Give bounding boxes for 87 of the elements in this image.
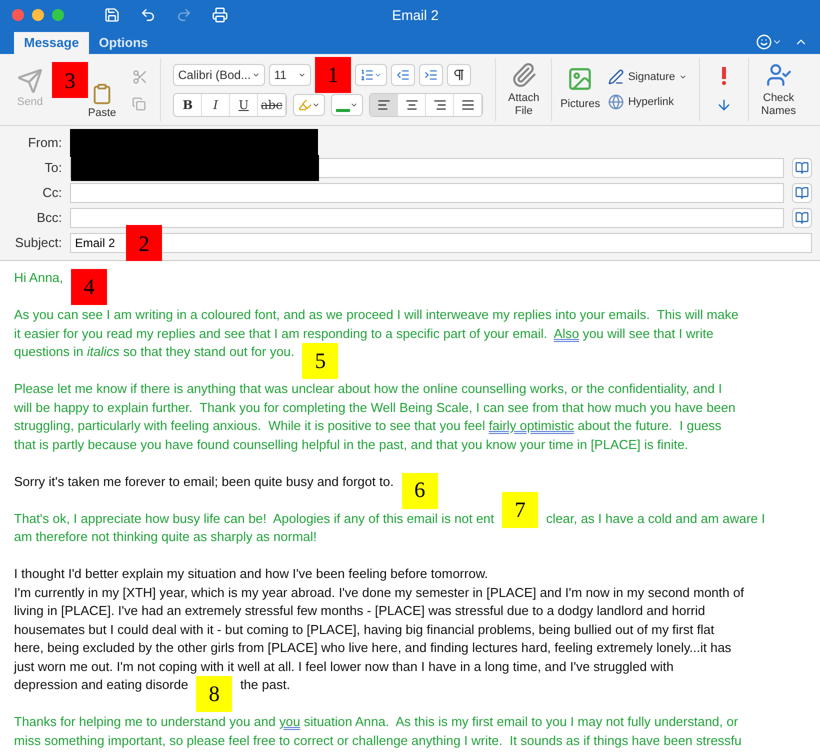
attach-file-button[interactable]: Attach File bbox=[495, 58, 552, 121]
message-text: As you can see I am writing in a coloured font, and as we proceed I will interweave my replies into your emails. This will make bbox=[14, 307, 738, 322]
message-text: here, being excluded by the other girls from [PLACE] who live here, and finding lectures hard, feeling extremely lonely...it has bbox=[14, 640, 732, 655]
message-text: you will see that I write bbox=[582, 326, 714, 340]
recipient-field[interactable] bbox=[70, 183, 784, 203]
header-label: Bcc: bbox=[36, 209, 62, 228]
message-text: it easier for you read my replies and see that I am responding to a specific part of your email. bbox=[14, 326, 548, 340]
clipboard-icon bbox=[91, 82, 114, 104]
decrease-indent-button[interactable] bbox=[391, 64, 416, 86]
check-names-button[interactable]: Check Names bbox=[748, 58, 808, 121]
header-label: Subject: bbox=[14, 234, 62, 252]
message-text: about the future. I guess bbox=[576, 418, 722, 433]
message-text: That's ok, I appreciate how busy life can be! Apologies if any of this email is not ent bbox=[14, 510, 494, 526]
align-icon bbox=[460, 98, 475, 112]
person-check-icon bbox=[766, 62, 792, 88]
picture-icon bbox=[567, 66, 594, 92]
address-book-icon[interactable] bbox=[792, 158, 812, 178]
paperclip-icon bbox=[510, 62, 537, 88]
header-label: From: bbox=[27, 134, 62, 152]
address-book-icon[interactable] bbox=[792, 208, 812, 228]
annotation-marker: 2 bbox=[126, 225, 162, 261]
pilcrow-icon bbox=[452, 68, 466, 82]
message-text: situation Anna. As this is my first email to you I may not fully understand, or bbox=[302, 714, 738, 729]
annotation-marker: 4 bbox=[71, 269, 108, 305]
annotation-marker: 3 bbox=[52, 62, 88, 98]
message-text: questions in italics so that they stand out for you. bbox=[14, 344, 294, 359]
message-text: Thanks for helping me to understand you and bbox=[14, 714, 277, 729]
message-text: depression and eating disorde bbox=[14, 677, 188, 692]
print-icon[interactable] bbox=[212, 7, 228, 23]
annotation-marker: 8 bbox=[196, 676, 232, 712]
align-icon bbox=[432, 98, 447, 112]
high-importance-icon[interactable] bbox=[721, 66, 728, 84]
message-text: just worn me out. I'm not coping with it well at all. I feel lower now than I have in a long time, and I've struggled with bbox=[14, 658, 674, 674]
numbered-list-icon bbox=[360, 68, 374, 82]
address-book-icon[interactable] bbox=[792, 183, 812, 203]
highlight-color-button[interactable] bbox=[293, 94, 326, 116]
format-button[interactable]: abc bbox=[258, 94, 286, 116]
pen-icon bbox=[608, 69, 624, 86]
paste-button[interactable]: Paste bbox=[88, 58, 116, 121]
highlighter-icon bbox=[298, 98, 312, 112]
align-button[interactable] bbox=[370, 94, 398, 116]
decrease-indent-icon bbox=[396, 68, 410, 82]
recipient-field[interactable] bbox=[70, 158, 784, 178]
ribbon-tab[interactable]: Options bbox=[88, 32, 158, 54]
signature-button[interactable]: Signature bbox=[608, 69, 688, 86]
globe-icon bbox=[608, 94, 624, 110]
pictures-button[interactable]: Pictures bbox=[551, 58, 608, 121]
message-text: I thought I'd better explain my situation and how I've been feeling before tomorrow. bbox=[14, 566, 488, 581]
annotation-marker: 1 bbox=[315, 56, 352, 92]
annotation-marker: 5 bbox=[302, 343, 338, 379]
font-size-dropdown[interactable]: 11 bbox=[269, 64, 312, 86]
message-text: housemates but I could deal with it - but coming to [PLACE], having big financial problems, being bullied out of my first flat bbox=[14, 622, 714, 636]
annotation-marker: 7 bbox=[502, 492, 538, 528]
message-text: Hi Anna, bbox=[14, 270, 64, 285]
save-icon[interactable] bbox=[104, 7, 120, 23]
increase-indent-button[interactable] bbox=[419, 64, 444, 86]
message-text: clear, as I have a cold and am aware I bbox=[546, 510, 766, 526]
align-icon bbox=[376, 98, 391, 112]
message-text: miss something important, so please feel free to correct or challenge anything I write. It sounds as if things have been stressfu bbox=[14, 732, 742, 748]
window-title: Email 2 bbox=[392, 6, 439, 24]
format-button[interactable]: U bbox=[230, 94, 258, 116]
message-text: Sorry it's taken me forever to email; been quite busy and forgot to. bbox=[14, 474, 394, 488]
align-icon bbox=[404, 98, 419, 112]
message-text: I'm currently in my [XTH] year, which is my year abroad. I've done my semester in [PLACE] and I'm now in my second month of bbox=[14, 584, 744, 600]
increase-indent-icon bbox=[424, 68, 438, 82]
message-text: Please let me know if there is anything that was unclear about how the online counselling works, or the confidentiality, and I bbox=[14, 381, 722, 396]
annotation-marker: 6 bbox=[402, 472, 438, 508]
message-text: living in [PLACE]. I've had an extremely stressful few months - [PLACE] was stressful due to a dodgy landlord and horrid bbox=[14, 603, 706, 618]
hyperlink-button[interactable]: Hyperlink bbox=[608, 94, 688, 110]
header-label: Cc: bbox=[42, 184, 62, 202]
recipient-field[interactable] bbox=[70, 208, 784, 228]
message-text: that is partly because you have found counselling helpful in the past, and that you know your time in [PLACE] is finite. bbox=[14, 436, 688, 452]
font-color-button[interactable] bbox=[331, 94, 364, 116]
message-text: will be happy to explain further. Thank you for completing the Well Being Scale, I can see from that how much you have been bbox=[14, 400, 736, 414]
send-icon bbox=[17, 68, 43, 94]
paragraph-marks-button[interactable] bbox=[447, 64, 472, 86]
numbered-list-button[interactable] bbox=[355, 64, 388, 86]
message-text: struggling, particularly with feeling anxious. While it is positive to see that you feel bbox=[14, 418, 486, 433]
format-button[interactable]: I bbox=[202, 94, 230, 116]
message-text: the past. bbox=[240, 677, 290, 692]
ribbon-tab[interactable]: Message bbox=[14, 32, 89, 54]
smiley-icon[interactable] bbox=[756, 34, 772, 50]
message-text: am therefore not thinking quite as sharply as normal! bbox=[14, 529, 317, 544]
format-button[interactable]: B bbox=[174, 94, 202, 116]
font-name-dropdown[interactable]: Calibri (Bod... bbox=[173, 64, 266, 86]
undo-icon[interactable] bbox=[140, 7, 156, 23]
header-label: To: bbox=[44, 159, 62, 178]
